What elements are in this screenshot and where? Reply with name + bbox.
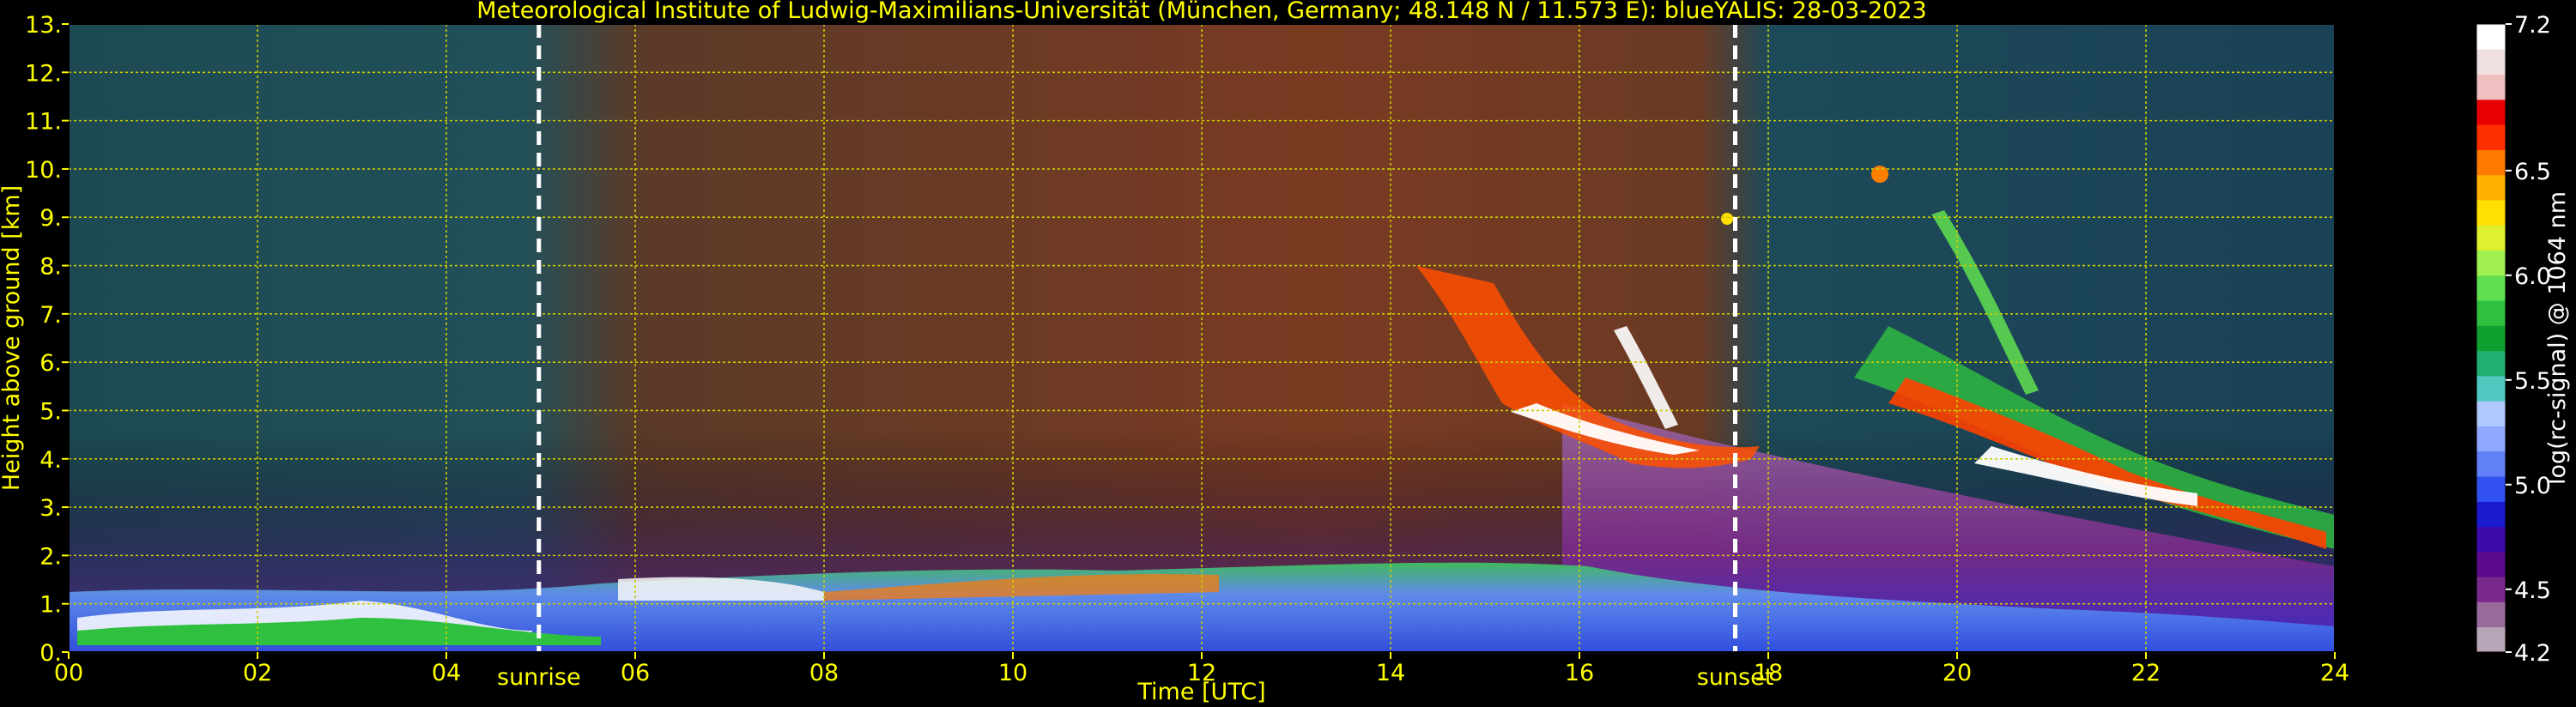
colorbar-segment	[2476, 275, 2506, 301]
x-tick-label: 24	[2320, 660, 2349, 686]
y-tick-label: 12.	[25, 60, 62, 87]
x-tick-label: 06	[621, 660, 650, 686]
x-tick-label: 04	[432, 660, 461, 686]
colorbar-segment	[2476, 74, 2506, 100]
x-axis-label: Time [UTC]	[1136, 679, 1265, 705]
colorbar-segment	[2476, 526, 2506, 553]
colorbar-segment	[2476, 450, 2506, 477]
colorbar-segment	[2476, 601, 2506, 628]
y-tick-label: 7.	[39, 302, 62, 329]
y-tick-label: 11.	[25, 109, 62, 136]
x-tick-label: 14	[1376, 660, 1405, 686]
x-tick-label: 08	[809, 660, 839, 686]
y-axis: 0. 1. 2. 3. 4. 5. 6. 7. 8. 9. 10. 11. 12. 13.	[25, 12, 69, 667]
y-tick-label: 4.	[39, 447, 62, 474]
x-tick-label: 22	[2131, 660, 2161, 686]
y-tick-label: 8.	[39, 254, 62, 281]
colorbar-tick-label: 4.5	[2514, 577, 2551, 604]
colorbar-segment	[2476, 124, 2506, 150]
y-tick-label: 0.	[39, 640, 62, 667]
y-tick-label: 2.	[39, 543, 62, 570]
colorbar-segment	[2476, 501, 2506, 528]
chart-title: Meteorological Institute of Ludwig-Maxim…	[476, 0, 1926, 24]
x-tick-label: 10	[998, 660, 1027, 686]
y-tick-label: 13.	[25, 12, 62, 39]
y-tick-label: 9.	[39, 205, 62, 232]
colorbar-segment	[2476, 24, 2506, 50]
colorbar	[2476, 23, 2506, 653]
colorbar-tick-label: 7.2	[2514, 12, 2551, 39]
colorbar-segment	[2476, 401, 2506, 426]
x-tick-label: 16	[1565, 660, 1594, 686]
y-tick-label: 5.	[39, 398, 62, 425]
colorbar-segment	[2476, 149, 2506, 176]
colorbar-segment	[2476, 476, 2506, 502]
colorbar-segment	[2476, 577, 2506, 602]
colorbar-label: log(rc-signal) @ 1064 nm	[2544, 191, 2571, 485]
colorbar-segment	[2476, 426, 2506, 452]
colorbar-segment	[2476, 300, 2506, 326]
colorbar-tick-label: 4.2	[2514, 640, 2551, 667]
colorbar-segment	[2476, 350, 2506, 377]
colorbar-segment	[2476, 626, 2506, 653]
colorbar-segment	[2476, 325, 2506, 352]
colorbar-tick-label: 6.5	[2514, 159, 2551, 185]
y-tick-label: 3.	[39, 495, 62, 522]
x-tick-label: 20	[1943, 660, 1972, 686]
colorbar-segment	[2476, 99, 2506, 125]
colorbar-segment	[2476, 199, 2506, 226]
sunrise-label: sunrise	[497, 664, 581, 691]
colorbar-segment	[2476, 250, 2506, 276]
colorbar-segment	[2476, 174, 2506, 201]
colorbar-segment	[2476, 225, 2506, 251]
y-axis-label: Height above ground [km]	[0, 185, 25, 491]
y-tick-label: 6.	[39, 350, 62, 377]
y-tick-label: 1.	[39, 592, 62, 619]
sunset-label: sunset	[1697, 664, 1774, 691]
colorbar-segment	[2476, 375, 2506, 402]
colorbar-segment	[2476, 551, 2506, 577]
x-tick-label: 02	[243, 660, 272, 686]
colorbar-segment	[2476, 49, 2506, 76]
y-tick-label: 10.	[25, 157, 62, 184]
lidar-quicklook-chart: 00 02 04 06 08 10 12 14 16 18 20 22 24 0.1.2.3.4.5.6…	[0, 0, 2571, 705]
